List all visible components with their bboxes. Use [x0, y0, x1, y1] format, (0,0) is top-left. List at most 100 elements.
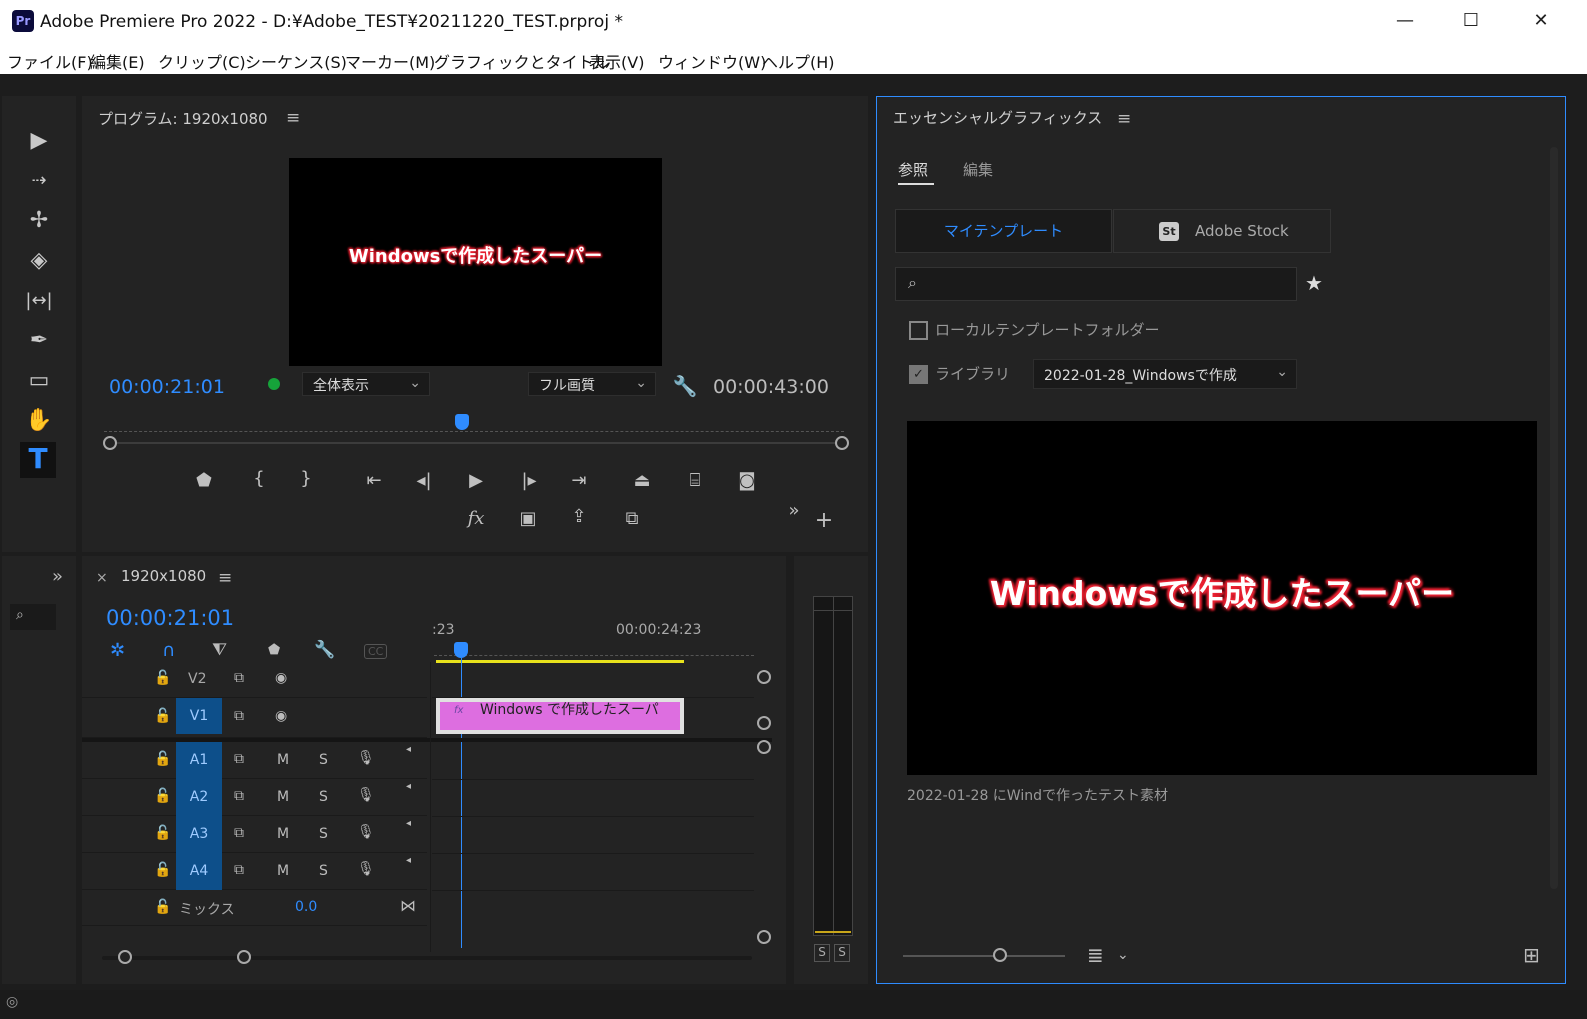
lock-icon[interactable]: 🔓: [154, 862, 171, 878]
solo-button[interactable]: S: [319, 752, 328, 768]
volume-icon[interactable]: ◂: [406, 781, 411, 792]
adobe-stock-button[interactable]: St Adobe Stock: [1113, 209, 1331, 253]
volume-icon[interactable]: ◂: [406, 818, 411, 829]
comparison-view-icon[interactable]: ⧉: [617, 508, 647, 529]
fit-dropdown[interactable]: 全体表示 ⌄: [302, 372, 430, 396]
volume-icon[interactable]: ◂: [406, 744, 411, 755]
program-ruler[interactable]: [104, 422, 844, 432]
creative-cloud-icon[interactable]: ◎: [6, 994, 18, 1010]
wrench-icon[interactable]: 🔧: [670, 374, 700, 398]
library-checkbox[interactable]: ✓: [909, 365, 928, 384]
play-icon[interactable]: ▶: [461, 470, 491, 491]
go-to-in-icon[interactable]: ⇤: [359, 470, 389, 491]
a-scroll-handle[interactable]: [757, 930, 771, 944]
sync-lock-icon[interactable]: ⧉: [234, 708, 244, 724]
sync-lock-icon[interactable]: ⧉: [234, 825, 244, 841]
program-zoom-bar[interactable]: [110, 442, 842, 444]
program-menu-icon[interactable]: ≡: [286, 108, 300, 128]
lift-icon[interactable]: ⏏: [627, 470, 657, 491]
mark-in-icon[interactable]: {: [244, 468, 274, 489]
program-playhead[interactable]: [455, 414, 469, 430]
meter-solo-left[interactable]: S: [814, 944, 830, 962]
snap-icon[interactable]: ∩: [162, 640, 175, 661]
menu-clip[interactable]: クリップ(C): [158, 49, 246, 73]
zoom-handle-right[interactable]: [835, 436, 849, 450]
lock-icon[interactable]: 🔓: [154, 825, 171, 841]
step-forward-icon[interactable]: |▸: [514, 470, 544, 491]
timeline-ruler[interactable]: [434, 646, 754, 656]
mic-icon[interactable]: 🎙: [357, 861, 375, 877]
timeline-timecode[interactable]: 00:00:21:01: [106, 606, 234, 630]
add-marker-icon[interactable]: ⬟: [189, 470, 219, 491]
favorites-star-icon[interactable]: ★: [1305, 271, 1323, 295]
new-layer-icon[interactable]: ⊞: [1523, 943, 1540, 967]
eye-icon[interactable]: ◉: [275, 670, 287, 686]
track-target-a1[interactable]: A1: [176, 742, 222, 779]
template-search-input[interactable]: ⌕: [895, 267, 1297, 301]
work-area-bar[interactable]: [436, 660, 684, 663]
linked-selection-icon[interactable]: ⧨: [212, 640, 227, 660]
razor-tool-icon[interactable]: ◈: [22, 244, 56, 278]
menu-edit[interactable]: 編集(E): [90, 49, 145, 73]
program-current-timecode[interactable]: 00:00:21:01: [109, 376, 225, 398]
tab-browse[interactable]: 参照: [898, 159, 928, 180]
h-scroll-handle-left[interactable]: [118, 950, 132, 964]
sync-lock-icon[interactable]: ⧉: [234, 751, 244, 767]
chevron-down-icon[interactable]: ⌄: [1117, 947, 1129, 963]
sync-lock-icon[interactable]: ⧉: [234, 670, 244, 686]
step-back-icon[interactable]: ◂|: [409, 470, 439, 491]
extract-icon[interactable]: ⌸: [680, 470, 710, 491]
go-to-out-icon[interactable]: ⇥: [564, 470, 594, 491]
lock-icon[interactable]: 🔓: [154, 751, 171, 767]
volume-icon[interactable]: ◂: [406, 855, 411, 866]
quality-dropdown[interactable]: フル画質 ⌄: [528, 372, 656, 396]
menu-sequence[interactable]: シーケンス(S): [245, 49, 347, 73]
mic-icon[interactable]: 🎙: [357, 750, 375, 766]
ripple-edit-tool-icon[interactable]: ✢: [22, 204, 56, 238]
type-tool-icon[interactable]: T: [20, 442, 56, 478]
eye-icon[interactable]: ◉: [275, 708, 287, 724]
meter-solo-right[interactable]: S: [834, 944, 850, 962]
safe-margins-icon[interactable]: ▣: [513, 508, 543, 529]
minimize-button[interactable]: —: [1390, 10, 1420, 31]
timeline-playhead[interactable]: [454, 642, 468, 658]
h-scroll-handle-right[interactable]: [237, 950, 251, 964]
nest-icon[interactable]: ✲: [110, 640, 125, 661]
library-dropdown[interactable]: 2022-01-28_Windowsで作成 ⌄: [1033, 359, 1297, 389]
mix-pan-icon[interactable]: ⋈: [400, 896, 416, 915]
sync-lock-icon[interactable]: ⧉: [234, 788, 244, 804]
close-sequence-icon[interactable]: ×: [96, 570, 108, 586]
sort-icon[interactable]: ≣: [1087, 943, 1104, 967]
solo-button[interactable]: S: [319, 789, 328, 805]
menu-graphics[interactable]: グラフィックとタイトル: [434, 49, 610, 73]
solo-button[interactable]: S: [319, 826, 328, 842]
local-folder-checkbox[interactable]: [909, 321, 928, 340]
mic-icon[interactable]: 🎙: [357, 787, 375, 803]
lock-icon[interactable]: 🔓: [154, 899, 171, 915]
lock-icon[interactable]: 🔓: [154, 708, 171, 724]
v-scroll-handle[interactable]: [757, 670, 771, 684]
essential-menu-icon[interactable]: ≡: [1117, 109, 1131, 129]
track-target-a2[interactable]: A2: [176, 779, 222, 816]
rectangle-tool-icon[interactable]: ▭: [22, 364, 56, 398]
search-icon[interactable]: ⌕: [10, 604, 56, 630]
fx-icon[interactable]: fx: [461, 508, 491, 529]
a-scroll-handle[interactable]: [757, 740, 771, 754]
v-scroll-handle[interactable]: [757, 716, 771, 730]
mute-button[interactable]: M: [277, 863, 289, 879]
close-window-button[interactable]: ✕: [1526, 10, 1556, 31]
track-target-a3[interactable]: A3: [176, 816, 222, 853]
graphic-clip[interactable]: fx Windows で作成したスーパ: [436, 698, 684, 734]
timeline-menu-icon[interactable]: ≡: [218, 568, 232, 588]
program-video-frame[interactable]: Windowsで作成したスーパー: [289, 158, 662, 366]
hand-tool-icon[interactable]: ✋: [22, 404, 56, 438]
mark-out-icon[interactable]: }: [291, 468, 321, 489]
track-target-v1[interactable]: V1: [176, 698, 222, 734]
zoom-handle-left[interactable]: [103, 436, 117, 450]
more-controls-icon[interactable]: »: [779, 500, 809, 521]
track-label-v2[interactable]: V2: [188, 671, 206, 687]
button-editor-plus-icon[interactable]: +: [809, 508, 839, 533]
solo-button[interactable]: S: [319, 863, 328, 879]
pen-tool-icon[interactable]: ✒: [22, 324, 56, 358]
lock-icon[interactable]: 🔓: [154, 670, 171, 686]
